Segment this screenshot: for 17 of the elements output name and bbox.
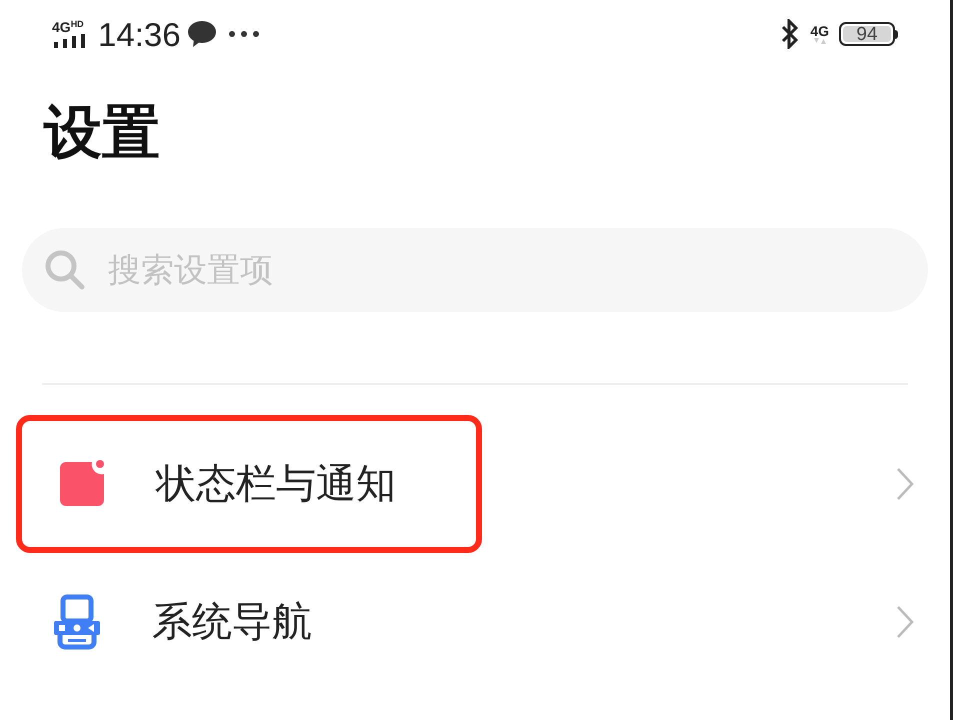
page-title: 设置 <box>44 104 161 162</box>
network-label: 4G <box>52 20 71 34</box>
clock-time: 14:36 <box>98 18 181 50</box>
data-arrows-icon <box>812 38 827 44</box>
chat-bubble-icon <box>186 20 217 48</box>
notification-icon <box>58 460 106 508</box>
search-icon <box>44 249 86 291</box>
network-badge-label: HD <box>70 20 84 29</box>
bluetooth-icon <box>780 19 800 49</box>
more-icon <box>228 31 259 37</box>
settings-item[interactable]: 状态栏与通知 <box>16 415 482 553</box>
phone-stand-icon <box>52 594 102 650</box>
data-network-label: 4G <box>810 24 829 38</box>
battery-indicator: 94 <box>839 22 898 46</box>
settings-item[interactable]: 系统导航 <box>16 553 482 691</box>
chevron-right-icon <box>896 467 914 501</box>
chevron-right-icon <box>896 605 914 639</box>
